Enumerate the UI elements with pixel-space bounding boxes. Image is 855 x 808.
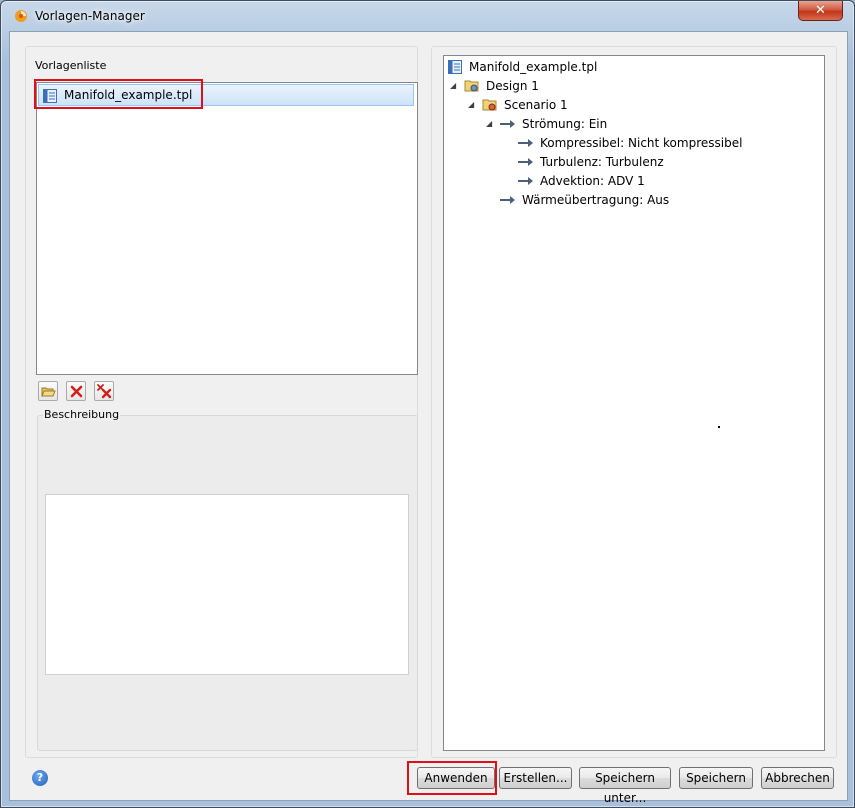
- close-button[interactable]: ✕: [798, 1, 843, 21]
- delete-all-templates-button[interactable]: [94, 381, 114, 401]
- arrow-right-icon: [500, 120, 515, 128]
- delete-all-icon: [97, 384, 112, 399]
- tree-node-label: Strömung: Ein: [522, 117, 608, 131]
- tree-node-label: Advektion: ADV 1: [540, 174, 645, 188]
- arrow-right-icon: [500, 196, 515, 204]
- tree-node-label: Wärmeübertragung: Aus: [522, 193, 670, 207]
- template-list-label: Vorlagenliste: [35, 59, 107, 72]
- window-title: Vorlagen-Manager: [35, 9, 145, 23]
- template-file-icon: [448, 60, 462, 74]
- folder-open-icon: [41, 387, 56, 397]
- collapse-icon[interactable]: ◢: [468, 100, 474, 109]
- app-icon: [15, 10, 27, 22]
- create-button[interactable]: Erstellen...: [499, 767, 572, 789]
- design-folder-icon: [464, 80, 479, 92]
- tree-node-label: Design 1: [486, 79, 539, 93]
- dialog-window: Vorlagen-Manager ✕ Vorlagenliste Manifol…: [0, 0, 855, 808]
- tree-node-label: Scenario 1: [504, 98, 568, 112]
- close-icon: ✕: [815, 3, 826, 18]
- template-tree[interactable]: Manifold_example.tpl ◢ Design 1 ◢ Scenar…: [443, 55, 825, 751]
- help-icon[interactable]: ?: [32, 770, 48, 786]
- delete-icon: [70, 385, 83, 398]
- mouse-pointer-dot: [718, 426, 720, 428]
- highlight-box-apply: [407, 761, 497, 795]
- template-list[interactable]: Manifold_example.tpl: [36, 82, 418, 375]
- tree-node-label: Turbulenz: Turbulenz: [540, 155, 664, 169]
- arrow-right-icon: [518, 158, 533, 166]
- highlight-box-template: [34, 79, 203, 109]
- description-textarea[interactable]: [45, 494, 409, 675]
- delete-template-button[interactable]: [66, 381, 86, 401]
- collapse-icon[interactable]: ◢: [486, 119, 492, 128]
- save-button[interactable]: Speichern: [679, 767, 753, 789]
- tree-node-label: Kompressibel: Nicht kompressibel: [540, 136, 743, 150]
- description-label: Beschreibung: [43, 408, 121, 421]
- collapse-icon[interactable]: ◢: [450, 81, 456, 90]
- arrow-right-icon: [518, 139, 533, 147]
- arrow-right-icon: [518, 177, 533, 185]
- scenario-folder-icon: [482, 99, 497, 111]
- cancel-button[interactable]: Abbrechen: [761, 767, 834, 789]
- title-bar[interactable]: Vorlagen-Manager ✕: [1, 1, 854, 31]
- open-template-button[interactable]: [38, 381, 58, 401]
- dialog-client-area: Vorlagenliste Manifold_example.tpl Besch…: [9, 31, 848, 805]
- save-as-button[interactable]: Speichern unter...: [579, 767, 671, 805]
- tree-node-label: Manifold_example.tpl: [469, 60, 598, 74]
